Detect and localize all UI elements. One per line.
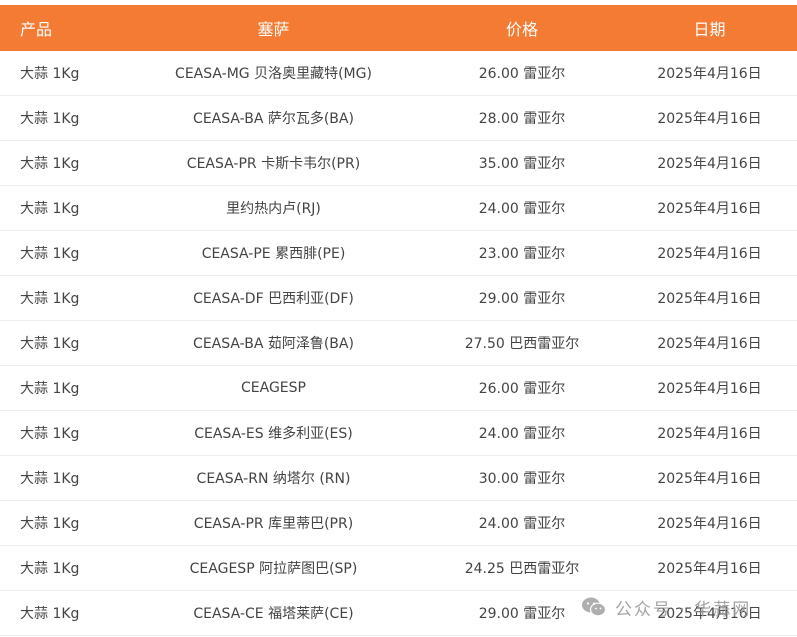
cell-date: 2025年4月16日 [657, 471, 762, 487]
cell-price: 24.25 巴西雷亚尔 [464, 561, 580, 577]
cell-ceasa: CEAGESP 阿拉萨图巴(SP) [189, 561, 358, 577]
cell-ceasa: CEASA-BA 萨尔瓦多(BA) [193, 111, 354, 127]
table-row: 大蒜 1Kg CEASA-BA 萨尔瓦多(BA) 28.00 雷亚尔 2025年… [0, 96, 797, 141]
cell-price: 30.00 雷亚尔 [478, 471, 566, 487]
cell-product: 大蒜 1Kg [20, 381, 80, 397]
cell-product: 大蒜 1Kg [20, 111, 80, 127]
cell-ceasa: 里约热内卢(RJ) [226, 201, 321, 217]
table-row: 大蒜 1Kg 里约热内卢(RJ) 24.00 雷亚尔 2025年4月16日 [0, 186, 797, 231]
table-row: 大蒜 1Kg CEASA-PR 库里蒂巴(PR) 24.00 雷亚尔 2025年… [0, 501, 797, 546]
cell-date: 2025年4月16日 [657, 111, 762, 127]
cell-ceasa: CEASA-RN 纳塔尔 (RN) [196, 471, 351, 487]
cell-ceasa: CEASA-PR 卡斯卡韦尔(PR) [186, 156, 361, 172]
table-row: 大蒜 1Kg CEASA-DF 巴西利亚(DF) 29.00 雷亚尔 2025年… [0, 276, 797, 321]
cell-ceasa: CEASA-PE 累西腓(PE) [201, 246, 346, 262]
table-header: 产品 塞萨 价格 日期 [0, 5, 797, 51]
cell-date: 2025年4月16日 [657, 426, 762, 442]
cell-price: 26.00 雷亚尔 [478, 381, 566, 397]
table-row: 大蒜 1Kg CEASA-PE 累西腓(PE) 23.00 雷亚尔 2025年4… [0, 231, 797, 276]
table-row: 大蒜 1Kg CEASA-PR 卡斯卡韦尔(PR) 35.00 雷亚尔 2025… [0, 141, 797, 186]
watermark: 公众号 · 华蒜网 [581, 592, 751, 622]
table-row: 大蒜 1Kg CEASA-ES 维多利亚(ES) 24.00 雷亚尔 2025年… [0, 411, 797, 456]
table-row: 大蒜 1Kg CEASA-MG 贝洛奥里藏特(MG) 26.00 雷亚尔 202… [0, 51, 797, 96]
cell-date: 2025年4月16日 [657, 516, 762, 532]
cell-date: 2025年4月16日 [657, 246, 762, 262]
wechat-icon [582, 597, 607, 617]
cell-ceasa: CEASA-MG 贝洛奥里藏特(MG) [175, 66, 372, 82]
cell-date: 2025年4月16日 [657, 561, 762, 577]
cell-price: 27.50 巴西雷亚尔 [464, 336, 580, 352]
cell-product: 大蒜 1Kg [20, 606, 80, 622]
cell-ceasa: CEASA-DF 巴西利亚(DF) [193, 291, 354, 307]
cell-date: 2025年4月16日 [657, 336, 762, 352]
cell-product: 大蒜 1Kg [20, 156, 80, 172]
cell-date: 2025年4月16日 [657, 201, 762, 217]
table-row: 大蒜 1Kg CEASA-RN 纳塔尔 (RN) 30.00 雷亚尔 2025年… [0, 456, 797, 501]
cell-ceasa: CEASA-BA 茹阿泽鲁(BA) [193, 336, 354, 352]
cell-date: 2025年4月16日 [657, 381, 762, 397]
cell-product: 大蒜 1Kg [20, 66, 80, 82]
cell-price: 23.00 雷亚尔 [478, 246, 566, 262]
cell-date: 2025年4月16日 [657, 156, 762, 172]
cell-product: 大蒜 1Kg [20, 246, 80, 262]
cell-price: 28.00 雷亚尔 [478, 111, 566, 127]
cell-date: 2025年4月16日 [657, 291, 762, 307]
cell-price: 29.00 雷亚尔 [478, 291, 566, 307]
cell-ceasa: CEASA-ES 维多利亚(ES) [194, 426, 353, 442]
cell-product: 大蒜 1Kg [20, 516, 80, 532]
cell-price: 24.00 雷亚尔 [478, 426, 566, 442]
header-product: 产品 [20, 20, 53, 39]
header-date: 日期 [693, 20, 726, 39]
price-table: 产品 塞萨 价格 日期 大蒜 1Kg CEASA-MG 贝洛奥里藏特(MG) 2… [0, 5, 797, 636]
cell-price: 35.00 雷亚尔 [478, 156, 566, 172]
cell-product: 大蒜 1Kg [20, 291, 80, 307]
cell-ceasa: CEASA-CE 福塔莱萨(CE) [193, 606, 354, 622]
table-row: 大蒜 1Kg CEASA-BA 茹阿泽鲁(BA) 27.50 巴西雷亚尔 202… [0, 321, 797, 366]
cell-product: 大蒜 1Kg [20, 561, 80, 577]
cell-price: 26.00 雷亚尔 [478, 66, 566, 82]
cell-date: 2025年4月16日 [657, 66, 762, 82]
cell-product: 大蒜 1Kg [20, 201, 80, 217]
cell-product: 大蒜 1Kg [20, 336, 80, 352]
header-ceasa: 塞萨 [257, 20, 290, 39]
cell-product: 大蒜 1Kg [20, 426, 80, 442]
cell-ceasa: CEAGESP [241, 380, 306, 396]
cell-ceasa: CEASA-PR 库里蒂巴(PR) [193, 516, 354, 532]
watermark-text: 公众号 · 华蒜网 [615, 599, 752, 620]
cell-price: 24.00 雷亚尔 [478, 516, 566, 532]
table-row: 大蒜 1Kg CEAGESP 26.00 雷亚尔 2025年4月16日 [0, 366, 797, 411]
cell-product: 大蒜 1Kg [20, 471, 80, 487]
header-price: 价格 [505, 20, 538, 39]
table-row: 大蒜 1Kg CEAGESP 阿拉萨图巴(SP) 24.25 巴西雷亚尔 202… [0, 546, 797, 591]
cell-price: 24.00 雷亚尔 [478, 201, 566, 217]
